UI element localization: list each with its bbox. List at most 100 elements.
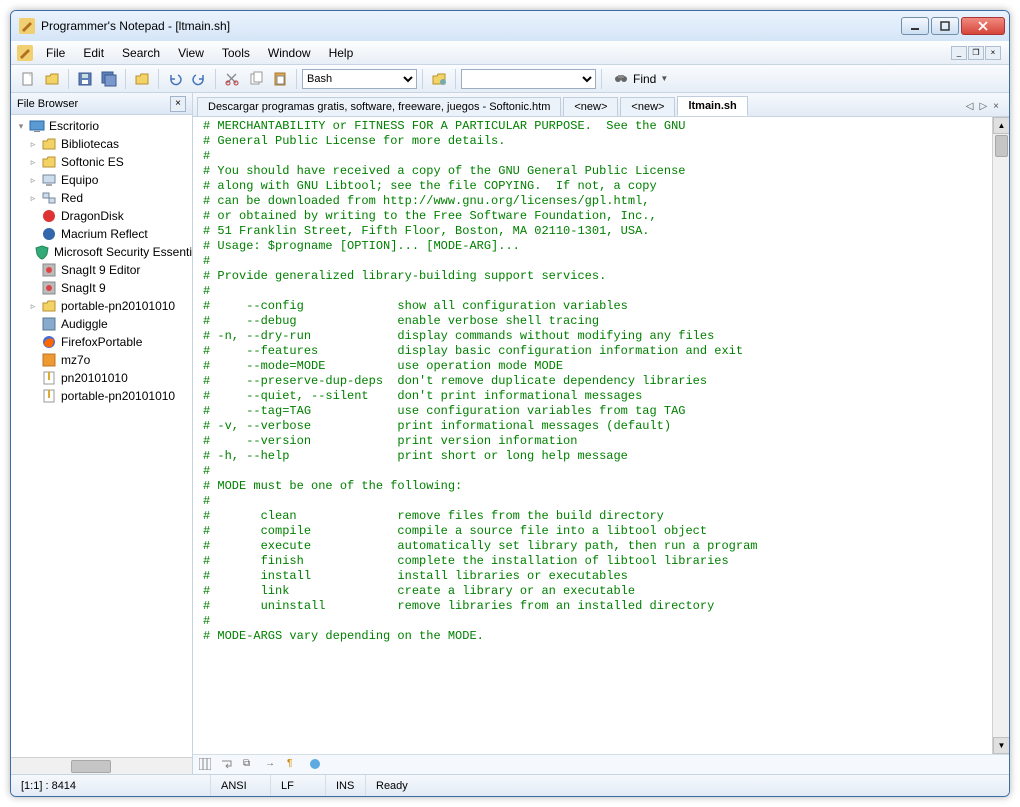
search-select[interactable] xyxy=(461,69,596,89)
code-line: # xyxy=(203,284,991,299)
tree-item[interactable]: ▹Bibliotecas xyxy=(11,135,192,153)
undo-button[interactable] xyxy=(164,68,186,90)
mdi-restore-button[interactable]: ❐ xyxy=(968,46,984,60)
editor-tab[interactable]: ltmain.sh xyxy=(677,96,747,116)
menu-file[interactable]: File xyxy=(37,43,74,63)
tab-next-button[interactable]: ▷ xyxy=(979,101,987,112)
tree-item[interactable]: Macrium Reflect xyxy=(11,225,192,243)
code-line: # or obtained by writing to the Free Sof… xyxy=(203,209,991,224)
code-line: # MERCHANTABILITY or FITNESS FOR A PARTI… xyxy=(203,119,991,134)
shield-icon xyxy=(34,244,50,260)
tree-item[interactable]: SnagIt 9 xyxy=(11,279,192,297)
folder-icon xyxy=(41,136,57,152)
editor-tab[interactable]: Descargar programas gratis, software, fr… xyxy=(197,97,561,116)
tree-item[interactable]: Audiggle xyxy=(11,315,192,333)
tree-item[interactable]: ▹portable-pn20101010 xyxy=(11,297,192,315)
arrow-icon[interactable]: → xyxy=(265,758,279,772)
editor-tab[interactable]: <new> xyxy=(620,97,675,116)
mdi-minimize-button[interactable]: _ xyxy=(951,46,967,60)
scroll-thumb[interactable] xyxy=(995,135,1008,157)
tree-item-label: Microsoft Security Essenti xyxy=(52,245,192,259)
minimize-button[interactable] xyxy=(901,17,929,35)
code-line: # execute automatically set library path… xyxy=(203,539,991,554)
find-button[interactable]: Find ▼ xyxy=(607,71,674,87)
titlebar: Programmer's Notepad - [ltmain.sh] xyxy=(11,11,1009,41)
tree-item[interactable]: ▹Red xyxy=(11,189,192,207)
project-button[interactable] xyxy=(428,68,450,90)
copy-button[interactable] xyxy=(245,68,267,90)
app-or-icon xyxy=(41,352,57,368)
code-line: # finish complete the installation of li… xyxy=(203,554,991,569)
menu-search[interactable]: Search xyxy=(113,43,169,63)
zip-icon xyxy=(41,370,57,386)
close-button[interactable] xyxy=(961,17,1005,35)
code-line: # install install libraries or executabl… xyxy=(203,569,991,584)
file-tree[interactable]: ▾Escritorio▹Bibliotecas▹Softonic ES▹Equi… xyxy=(11,115,192,757)
language-select[interactable]: Bash xyxy=(302,69,417,89)
pilcrow-icon[interactable]: ¶ xyxy=(287,758,301,772)
tree-item[interactable]: ▹Softonic ES xyxy=(11,153,192,171)
firefox-icon xyxy=(41,334,57,350)
tree-item[interactable]: pn20101010 xyxy=(11,369,192,387)
menu-tools[interactable]: Tools xyxy=(213,43,259,63)
tree-item[interactable]: Microsoft Security Essenti xyxy=(11,243,192,261)
open-file-button[interactable] xyxy=(41,68,63,90)
code-editor[interactable]: # MERCHANTABILITY or FITNESS FOR A PARTI… xyxy=(193,117,1009,754)
editor-area: Descargar programas gratis, software, fr… xyxy=(193,93,1009,774)
tree-item[interactable]: portable-pn20101010 xyxy=(11,387,192,405)
code-line: # --preserve-dup-deps don't remove dupli… xyxy=(203,374,991,389)
tree-root[interactable]: ▾Escritorio xyxy=(11,117,192,135)
menu-edit[interactable]: Edit xyxy=(74,43,113,63)
folder-icon xyxy=(41,298,57,314)
menu-view[interactable]: View xyxy=(169,43,213,63)
vertical-scrollbar[interactable]: ▲ ▼ xyxy=(992,117,1009,754)
editor-bottom-bar: ⧉ → ¶ xyxy=(193,754,1009,774)
paste-button[interactable] xyxy=(269,68,291,90)
new-file-button[interactable] xyxy=(17,68,39,90)
tree-item[interactable]: SnagIt 9 Editor xyxy=(11,261,192,279)
tab-bar: Descargar programas gratis, software, fr… xyxy=(193,93,1009,117)
code-line: # xyxy=(203,254,991,269)
cut-button[interactable] xyxy=(221,68,243,90)
computer-icon xyxy=(41,172,57,188)
file-browser-close-button[interactable]: × xyxy=(170,96,186,112)
doc-icon xyxy=(17,45,33,61)
save-all-button[interactable] xyxy=(98,68,120,90)
open-folder-button[interactable] xyxy=(131,68,153,90)
info-icon[interactable] xyxy=(309,758,323,772)
mdi-close-button[interactable]: × xyxy=(985,46,1001,60)
code-line: # -h, --help print short or long help me… xyxy=(203,449,991,464)
tree-item[interactable]: ▹Equipo xyxy=(11,171,192,189)
menu-help[interactable]: Help xyxy=(320,43,363,63)
code-line: # -v, --verbose print informational mess… xyxy=(203,419,991,434)
marker-icon[interactable]: ⧉ xyxy=(243,758,257,772)
tree-item-label: portable-pn20101010 xyxy=(59,299,175,313)
app-icon xyxy=(41,316,57,332)
tree-item[interactable]: mz7o xyxy=(11,351,192,369)
file-browser-header: File Browser × xyxy=(11,93,192,115)
scroll-down-button[interactable]: ▼ xyxy=(993,737,1009,754)
file-browser-panel: File Browser × ▾Escritorio▹Bibliotecas▹S… xyxy=(11,93,193,774)
tree-item-label: DragonDisk xyxy=(59,209,124,223)
statusbar: [1:1] : 8414 ANSI LF INS Ready xyxy=(11,774,1009,796)
binoculars-icon xyxy=(613,71,629,87)
tree-item[interactable]: FirefoxPortable xyxy=(11,333,192,351)
tab-prev-button[interactable]: ◁ xyxy=(966,101,974,112)
tree-item-label: Macrium Reflect xyxy=(59,227,148,241)
tree-item-label: Equipo xyxy=(59,173,98,187)
code-line: # 51 Franklin Street, Fifth Floor, Bosto… xyxy=(203,224,991,239)
tree-item[interactable]: DragonDisk xyxy=(11,207,192,225)
menu-window[interactable]: Window xyxy=(259,43,320,63)
grid-icon[interactable] xyxy=(199,758,213,772)
tab-close-button[interactable]: × xyxy=(993,101,999,112)
tree-item-label: pn20101010 xyxy=(59,371,128,385)
scroll-up-button[interactable]: ▲ xyxy=(993,117,1009,134)
window-title: Programmer's Notepad - [ltmain.sh] xyxy=(41,19,901,33)
save-button[interactable] xyxy=(74,68,96,90)
sidebar-hscroll[interactable] xyxy=(11,757,192,774)
editor-tab[interactable]: <new> xyxy=(563,97,618,116)
redo-button[interactable] xyxy=(188,68,210,90)
wrap-icon[interactable] xyxy=(221,758,235,772)
maximize-button[interactable] xyxy=(931,17,959,35)
code-line: # -n, --dry-run display commands without… xyxy=(203,329,991,344)
